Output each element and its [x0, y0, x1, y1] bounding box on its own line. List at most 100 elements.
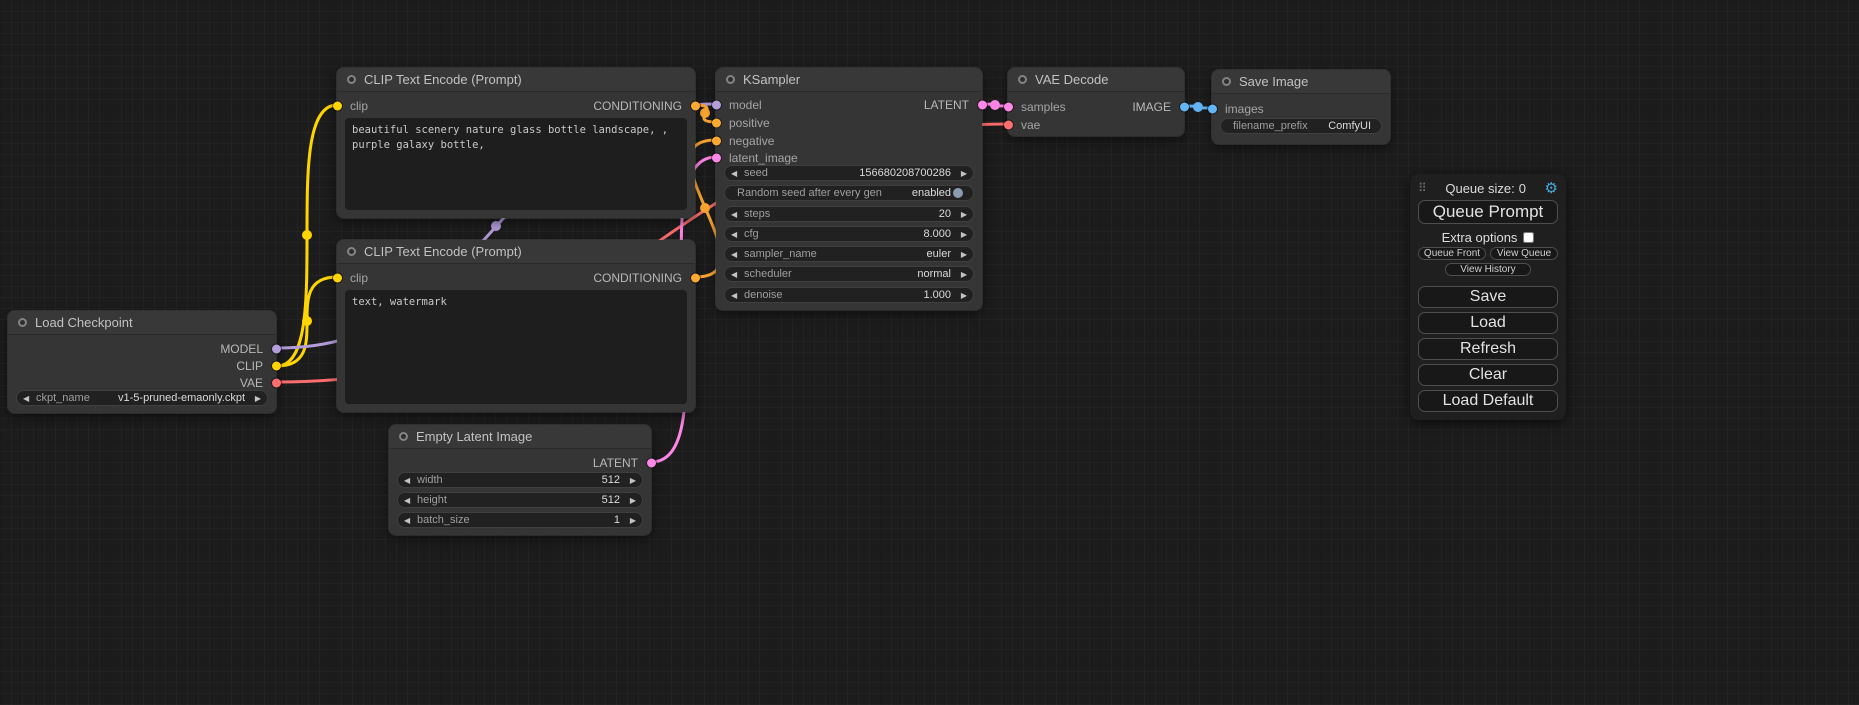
conditioning-output-dot[interactable]: [691, 273, 700, 282]
filename-prefix-widget[interactable]: filename_prefix ComfyUI: [1220, 118, 1382, 134]
seed-widget[interactable]: ◀ seed 156680208700286 ▶: [724, 165, 974, 181]
collapse-dot-icon[interactable]: [1222, 77, 1231, 86]
negative-prompt-textarea[interactable]: text, watermark: [345, 290, 687, 404]
sampler-name-widget[interactable]: ◀ sampler_name euler ▶: [724, 246, 974, 262]
decrement-arrow-icon[interactable]: ◀: [731, 210, 742, 219]
decrement-arrow-icon[interactable]: ◀: [404, 496, 415, 505]
increment-arrow-icon[interactable]: ▶: [956, 250, 967, 259]
node-ksampler[interactable]: KSampler model positive negative latent_…: [716, 68, 982, 310]
node-empty-latent-image[interactable]: Empty Latent Image LATENT ◀ width 512 ▶ …: [389, 425, 651, 535]
positive-input-dot[interactable]: [712, 118, 721, 127]
save-button[interactable]: Save: [1418, 286, 1558, 308]
vae-output-dot[interactable]: [272, 378, 281, 387]
ckpt-name-widget[interactable]: ◀ ckpt_name v1-5-pruned-emaonly.ckpt ▶: [16, 390, 268, 406]
widget-value: 156680208700286: [859, 167, 951, 179]
slot-label: clip: [350, 99, 368, 113]
positive-prompt-textarea[interactable]: beautiful scenery nature glass bottle la…: [345, 118, 687, 210]
negative-input-dot[interactable]: [712, 136, 721, 145]
clip-input-dot[interactable]: [333, 273, 342, 282]
latent-output-dot[interactable]: [978, 100, 987, 109]
comfyui-canvas[interactable]: { "icons": { "arrow_left": "◀", "arrow_r…: [0, 0, 1859, 705]
node-header[interactable]: VAE Decode: [1008, 68, 1184, 92]
decrement-arrow-icon[interactable]: ◀: [404, 516, 415, 525]
decrement-arrow-icon[interactable]: ◀: [23, 394, 34, 403]
clip-input-dot[interactable]: [333, 101, 342, 110]
latent-output-dot[interactable]: [647, 458, 656, 467]
increment-arrow-icon[interactable]: ▶: [625, 496, 636, 505]
node-clip-text-encode-negative[interactable]: CLIP Text Encode (Prompt) clip CONDITION…: [337, 240, 695, 412]
height-widget[interactable]: ◀ height 512 ▶: [397, 492, 643, 508]
image-output-dot[interactable]: [1180, 102, 1189, 111]
decrement-arrow-icon[interactable]: ◀: [404, 476, 415, 485]
width-widget[interactable]: ◀ width 512 ▶: [397, 472, 643, 488]
node-load-checkpoint[interactable]: Load Checkpoint MODEL CLIP VAE ◀ ckpt_na…: [8, 311, 276, 413]
comfy-menu-panel: ⠿ Queue size: 0 ⚙ Queue Prompt Extra opt…: [1410, 174, 1566, 420]
widget-value: 512: [602, 494, 620, 506]
node-header[interactable]: Load Checkpoint: [8, 311, 276, 335]
increment-arrow-icon[interactable]: ▶: [956, 230, 967, 239]
random-seed-toggle-widget[interactable]: Random seed after every gen enabled: [724, 185, 974, 201]
load-default-button[interactable]: Load Default: [1418, 390, 1558, 412]
settings-gear-icon[interactable]: ⚙: [1545, 181, 1558, 196]
load-button[interactable]: Load: [1418, 312, 1558, 334]
collapse-dot-icon[interactable]: [347, 75, 356, 84]
latent-image-input-dot[interactable]: [712, 153, 721, 162]
extra-options-checkbox[interactable]: [1523, 232, 1534, 243]
vae-input-dot[interactable]: [1004, 120, 1013, 129]
decrement-arrow-icon[interactable]: ◀: [731, 230, 742, 239]
decrement-arrow-icon[interactable]: ◀: [731, 270, 742, 279]
node-clip-text-encode-positive[interactable]: CLIP Text Encode (Prompt) clip CONDITION…: [337, 68, 695, 218]
node-header[interactable]: KSampler: [716, 68, 982, 92]
increment-arrow-icon[interactable]: ▶: [625, 476, 636, 485]
node-header[interactable]: Empty Latent Image: [389, 425, 651, 449]
samples-input-dot[interactable]: [1004, 102, 1013, 111]
model-input-dot[interactable]: [712, 100, 721, 109]
queue-front-button[interactable]: Queue Front: [1418, 247, 1486, 260]
collapse-dot-icon[interactable]: [726, 75, 735, 84]
wire-dot: [302, 316, 312, 326]
widget-label: width: [417, 474, 443, 486]
collapse-dot-icon[interactable]: [1018, 75, 1027, 84]
queue-prompt-button[interactable]: Queue Prompt: [1418, 200, 1558, 224]
refresh-button[interactable]: Refresh: [1418, 338, 1558, 360]
increment-arrow-icon[interactable]: ▶: [956, 270, 967, 279]
scheduler-widget[interactable]: ◀ scheduler normal ▶: [724, 266, 974, 282]
wire-dot: [302, 230, 312, 240]
extra-options-label: Extra options: [1442, 230, 1518, 245]
collapse-dot-icon[interactable]: [18, 318, 27, 327]
view-history-button[interactable]: View History: [1445, 263, 1531, 276]
node-vae-decode[interactable]: VAE Decode samples vae IMAGE: [1008, 68, 1184, 136]
toggle-dot-icon[interactable]: [953, 188, 963, 198]
view-queue-button[interactable]: View Queue: [1490, 247, 1558, 260]
batch-size-widget[interactable]: ◀ batch_size 1 ▶: [397, 512, 643, 528]
cfg-widget[interactable]: ◀ cfg 8.000 ▶: [724, 226, 974, 242]
drag-handle-icon[interactable]: ⠿: [1418, 181, 1427, 195]
increment-arrow-icon[interactable]: ▶: [956, 291, 967, 300]
collapse-dot-icon[interactable]: [399, 432, 408, 441]
increment-arrow-icon[interactable]: ▶: [956, 210, 967, 219]
decrement-arrow-icon[interactable]: ◀: [731, 169, 742, 178]
node-header[interactable]: CLIP Text Encode (Prompt): [337, 68, 695, 92]
model-output-dot[interactable]: [272, 344, 281, 353]
output-slot-clip: CLIP: [236, 357, 276, 374]
node-header[interactable]: CLIP Text Encode (Prompt): [337, 240, 695, 264]
clear-button[interactable]: Clear: [1418, 364, 1558, 386]
extra-options-row: Extra options: [1410, 229, 1566, 245]
node-header[interactable]: Save Image: [1212, 70, 1390, 94]
increment-arrow-icon[interactable]: ▶: [956, 169, 967, 178]
increment-arrow-icon[interactable]: ▶: [250, 394, 261, 403]
denoise-widget[interactable]: ◀ denoise 1.000 ▶: [724, 287, 974, 303]
widget-value: 20: [939, 208, 951, 220]
collapse-dot-icon[interactable]: [347, 247, 356, 256]
decrement-arrow-icon[interactable]: ◀: [731, 250, 742, 259]
images-input-dot[interactable]: [1208, 104, 1217, 113]
slot-label: vae: [1021, 118, 1040, 132]
clip-output-dot[interactable]: [272, 361, 281, 370]
decrement-arrow-icon[interactable]: ◀: [731, 291, 742, 300]
input-slot-model: model: [716, 96, 762, 113]
conditioning-output-dot[interactable]: [691, 101, 700, 110]
steps-widget[interactable]: ◀ steps 20 ▶: [724, 206, 974, 222]
wire-dot: [491, 221, 501, 231]
increment-arrow-icon[interactable]: ▶: [625, 516, 636, 525]
node-save-image[interactable]: Save Image images filename_prefix ComfyU…: [1212, 70, 1390, 144]
